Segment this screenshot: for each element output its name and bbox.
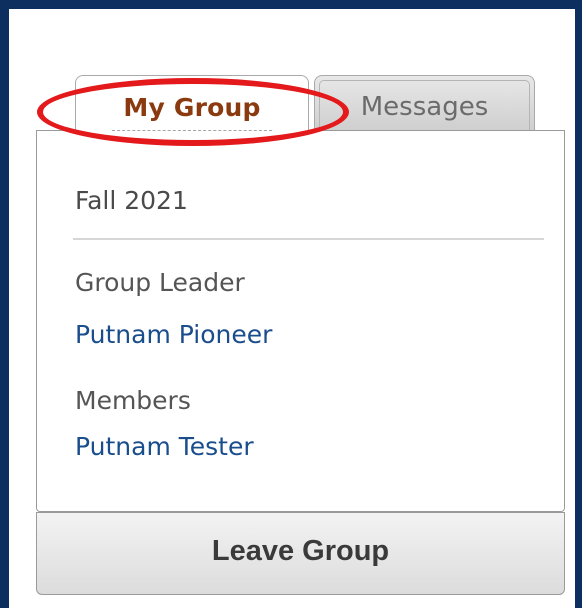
tab-my-group[interactable]: My Group: [75, 75, 309, 131]
widget-frame: Messages My Group Fall 2021 Group Leader…: [9, 9, 575, 608]
tab-active-underline: [112, 130, 272, 131]
my-group-panel: Fall 2021 Group Leader Putnam Pioneer Me…: [36, 130, 565, 512]
tab-my-group-label: My Group: [123, 93, 261, 122]
term-label: Fall 2021: [75, 186, 188, 215]
group-leader-link[interactable]: Putnam Pioneer: [75, 320, 272, 349]
leave-group-label: Leave Group: [211, 535, 390, 567]
leave-group-button[interactable]: Leave Group: [36, 512, 565, 595]
tab-messages[interactable]: Messages: [314, 75, 535, 130]
divider: [73, 238, 544, 240]
tab-messages-label: Messages: [360, 92, 489, 122]
members-label: Members: [75, 386, 191, 415]
member-link[interactable]: Putnam Tester: [75, 432, 254, 461]
group-leader-label: Group Leader: [75, 268, 245, 297]
